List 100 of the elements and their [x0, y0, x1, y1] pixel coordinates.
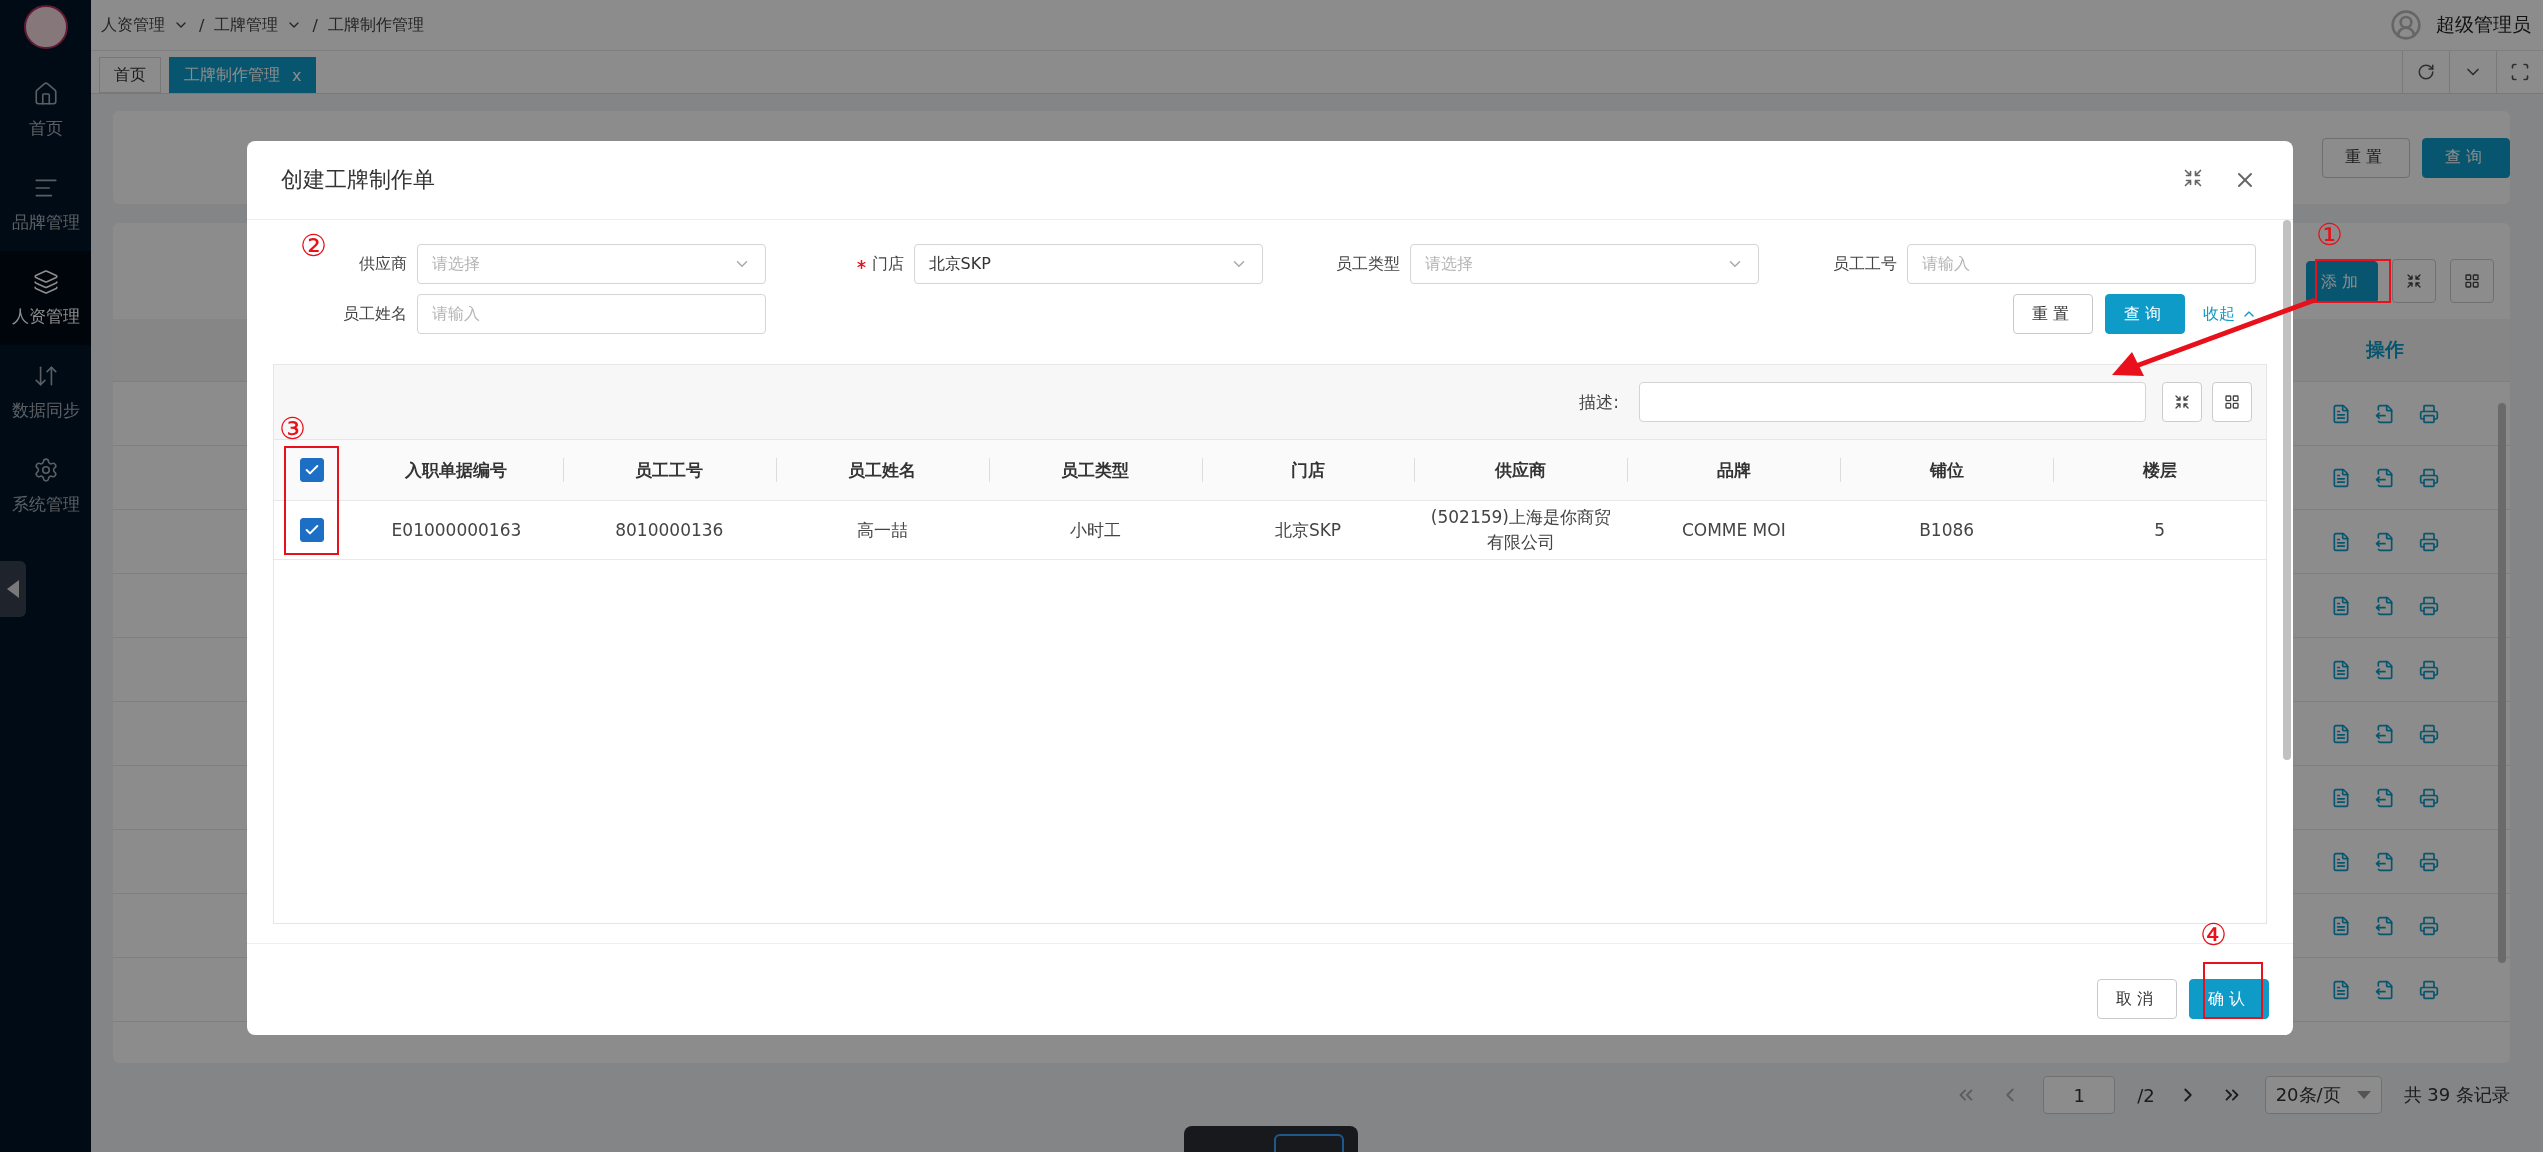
table-cell-text: COMME MOI: [1681, 518, 1786, 542]
print-icon[interactable]: [2419, 467, 2439, 488]
export-icon[interactable]: [2375, 787, 2395, 808]
shrink-icon: [2406, 273, 2422, 289]
column-header: 员工工号: [635, 458, 704, 482]
print-icon[interactable]: [2419, 723, 2439, 744]
edit-icon[interactable]: [2331, 659, 2351, 680]
field-label: 门店: [871, 253, 904, 275]
sidebar-item[interactable]: 品牌管理: [0, 157, 91, 251]
table-cell-text: B1086: [1919, 518, 1975, 542]
select-field[interactable]: 北京SKP: [913, 244, 1263, 284]
export-icon[interactable]: [2375, 531, 2395, 552]
print-icon[interactable]: [2419, 595, 2439, 616]
tab[interactable]: 工牌制作管理 x: [169, 57, 317, 93]
export-icon[interactable]: [2375, 915, 2395, 936]
export-icon[interactable]: [2375, 851, 2395, 872]
export-icon[interactable]: [2375, 595, 2395, 616]
input-field[interactable]: 请输入: [1906, 244, 2256, 284]
description-field[interactable]: [1639, 382, 2146, 422]
sidebar-item[interactable]: 人资管理: [0, 251, 91, 345]
edit-icon[interactable]: [2331, 851, 2351, 872]
scrollbar[interactable]: [2498, 403, 2506, 963]
edit-icon[interactable]: [2331, 723, 2351, 744]
edit-icon[interactable]: [2331, 595, 2351, 616]
table-cell-text: 小时工: [1069, 518, 1121, 542]
shrink-icon[interactable]: [2183, 168, 2203, 188]
field-label: 员工姓名: [343, 303, 407, 325]
print-icon[interactable]: [2419, 979, 2439, 1000]
collapse-button[interactable]: [0, 561, 26, 617]
column-header: 操作: [2366, 337, 2404, 362]
grid-button[interactable]: [2212, 382, 2252, 422]
print-icon[interactable]: [2419, 531, 2439, 552]
export-icon[interactable]: [2375, 723, 2395, 744]
shrink-button[interactable]: [2162, 382, 2202, 422]
edit-icon[interactable]: [2331, 531, 2351, 552]
sidebar-item[interactable]: 系统管理: [0, 439, 91, 533]
avatar-icon: [2390, 9, 2422, 41]
breadcrumb-link[interactable]: 人资管理: [101, 14, 189, 36]
export-icon[interactable]: [2375, 403, 2395, 424]
shrink-button[interactable]: [2392, 259, 2436, 303]
settings-icon: [32, 456, 59, 483]
tab[interactable]: 首页: [99, 57, 161, 93]
grid-icon: [2224, 394, 2240, 410]
confirm-button[interactable]: 确认: [2189, 979, 2269, 1019]
breadcrumb-link[interactable]: 工牌管理: [214, 14, 303, 36]
print-icon[interactable]: [2419, 787, 2439, 808]
add-button[interactable]: 添加: [2306, 261, 2378, 303]
collapse-link[interactable]: 收起: [2197, 303, 2263, 325]
dialog-title: 创建工牌制作单: [281, 166, 435, 194]
select-field[interactable]: 请选择: [1410, 244, 1759, 284]
tab-close[interactable]: x: [292, 65, 302, 85]
table-cell-text: (502159)上海是你商贸有限公司: [1429, 506, 1612, 554]
export-icon[interactable]: [2375, 467, 2395, 488]
table-cell-text: 高一喆: [856, 518, 908, 542]
triangle-left-icon: [7, 580, 19, 598]
checkbox[interactable]: [300, 458, 324, 482]
export-icon[interactable]: [2375, 979, 2395, 1000]
shrink-icon: [2174, 394, 2190, 410]
sidebar-item[interactable]: 数据同步: [0, 345, 91, 439]
scrollbar[interactable]: [2283, 220, 2291, 760]
edit-icon[interactable]: [2331, 915, 2351, 936]
step-number: ①: [2316, 220, 2343, 250]
step-number: ④: [2200, 920, 2227, 950]
edit-icon[interactable]: [2331, 787, 2351, 808]
reset-button[interactable]: 重置: [2322, 137, 2410, 178]
field-label: 员工工号: [1832, 253, 1897, 275]
user-name: 超级管理员: [2436, 12, 2531, 37]
print-icon[interactable]: [2419, 403, 2439, 424]
export-icon[interactable]: [2375, 659, 2395, 680]
table-cell-text: 5: [2154, 518, 2165, 542]
caret-down-icon: [2356, 1091, 2371, 1099]
checkbox[interactable]: [300, 518, 324, 542]
column-header: 门店: [1291, 458, 1325, 482]
sidebar-item[interactable]: 首页: [0, 63, 91, 157]
breadcrumb-separator: /: [199, 15, 205, 35]
column-header: 品牌: [1716, 458, 1751, 482]
page-input[interactable]: 1: [2043, 1076, 2116, 1114]
select-field[interactable]: 请选择: [417, 244, 766, 284]
page-size-select[interactable]: 20条/页: [2264, 1076, 2382, 1114]
grid-button[interactable]: [2450, 259, 2494, 303]
column-header: 员工类型: [1061, 458, 1130, 482]
field-label: 员工类型: [1336, 253, 1400, 275]
breadcrumb-link[interactable]: 工牌制作管理: [327, 14, 424, 36]
column-header: 供应商: [1495, 458, 1547, 482]
search-button[interactable]: 查询: [2105, 294, 2185, 334]
column-header: 铺位: [1929, 458, 1964, 482]
field-label: 供应商: [359, 253, 407, 275]
input-field[interactable]: 请输入: [417, 294, 766, 334]
edit-icon[interactable]: [2331, 403, 2351, 424]
logo: [23, 5, 68, 49]
breadcrumb-separator: /: [312, 15, 318, 35]
edit-icon[interactable]: [2331, 467, 2351, 488]
edit-icon[interactable]: [2331, 979, 2351, 1000]
cancel-button[interactable]: 取消: [2097, 979, 2177, 1019]
search-button[interactable]: 查询: [2422, 137, 2510, 178]
reset-button[interactable]: 重置: [2013, 294, 2093, 334]
home-icon: [32, 80, 59, 107]
print-icon[interactable]: [2419, 659, 2439, 680]
print-icon[interactable]: [2419, 915, 2439, 936]
print-icon[interactable]: [2419, 851, 2439, 872]
